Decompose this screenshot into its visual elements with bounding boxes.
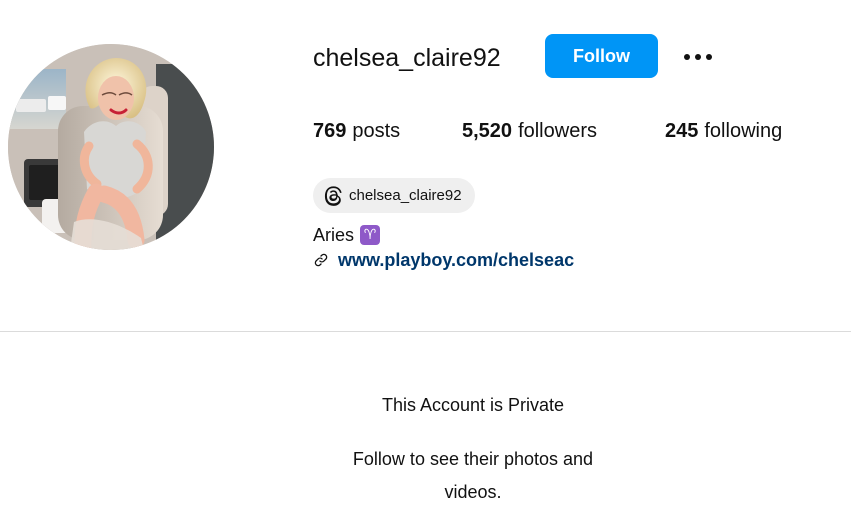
follow-button[interactable]: Follow [545, 34, 658, 78]
website-url: www.playboy.com/chelseac [338, 249, 575, 270]
private-account-title: This Account is Private [381, 395, 565, 415]
more-options-button[interactable] [680, 40, 716, 72]
profile-stats: 769 posts 5,520 followers 245 following [313, 117, 813, 145]
following-label: following [704, 120, 783, 142]
profile-avatar[interactable] [8, 44, 214, 250]
posts-label: posts [352, 120, 401, 142]
posts-stat[interactable]: 769 posts [313, 117, 400, 145]
profile-username: chelsea_claire92 [313, 44, 501, 72]
profile-website-link[interactable]: www.playboy.com/chelseac [313, 248, 574, 272]
avatar-photo [8, 44, 214, 250]
followers-count: 5,520 [462, 120, 513, 142]
following-stat[interactable]: 245 following [665, 117, 782, 145]
threads-icon [323, 185, 344, 206]
threads-username: chelsea_claire92 [349, 187, 462, 204]
bio-text: Aries [313, 224, 355, 245]
profile-page: chelsea_claire92 Follow 769 posts 5,520 … [0, 0, 851, 518]
private-account-subtitle: Follow to see their photos and videos. [352, 449, 594, 502]
followers-stat[interactable]: 5,520 followers [462, 117, 597, 145]
profile-header: chelsea_claire92 Follow 769 posts 5,520 … [0, 0, 851, 330]
link-icon [313, 252, 329, 268]
threads-profile-badge[interactable]: chelsea_claire92 [313, 178, 475, 213]
more-options-icon [682, 49, 714, 64]
aries-zodiac-icon: ♈ [360, 225, 381, 245]
followers-label: followers [518, 120, 597, 142]
posts-count: 769 [313, 120, 347, 142]
following-count: 245 [665, 120, 699, 142]
private-account-notice: This Account is Private Follow to see th… [0, 332, 851, 518]
profile-bio: Aries ♈ [313, 222, 381, 248]
